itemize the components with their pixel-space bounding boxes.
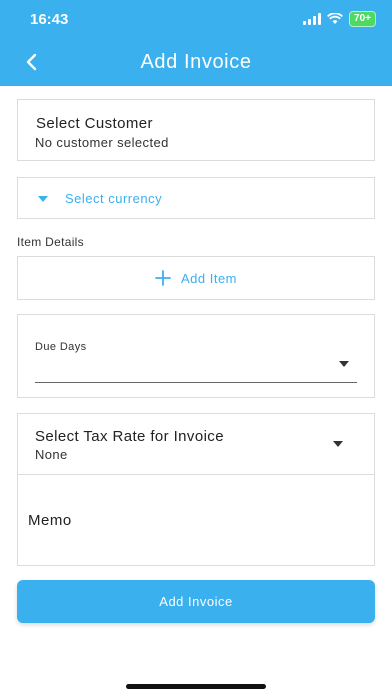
add-invoice-button[interactable]: Add Invoice <box>17 580 375 623</box>
select-customer-label: Select Customer <box>36 115 153 132</box>
wifi-icon <box>327 13 344 24</box>
currency-select-label: Select currency <box>65 191 163 206</box>
currency-select[interactable]: Select currency <box>17 177 375 219</box>
tax-rate-select[interactable]: Select Tax Rate for Invoice None <box>17 413 375 475</box>
add-item-label: Add Item <box>180 270 238 286</box>
add-item-button[interactable]: Add Item <box>17 256 375 300</box>
item-details-heading: Item Details <box>17 235 84 249</box>
caret-down-icon <box>38 196 48 202</box>
due-days-select[interactable]: Due Days <box>17 314 375 398</box>
tax-rate-value: None <box>35 447 68 462</box>
plus-icon <box>155 270 171 286</box>
battery-indicator: 70+ <box>349 11 376 27</box>
tax-rate-label: Select Tax Rate for Invoice <box>35 428 224 445</box>
due-days-underline <box>35 382 357 383</box>
status-time: 16:43 <box>30 11 69 28</box>
app-header: 16:43 70+ Add Invoice <box>0 0 392 86</box>
cellular-signal-icon <box>303 13 322 25</box>
status-icons: 70+ <box>303 11 376 27</box>
memo-field[interactable]: Memo <box>17 475 375 566</box>
home-indicator <box>126 684 266 689</box>
selected-customer-value: No customer selected <box>35 135 169 150</box>
caret-down-icon <box>339 361 349 367</box>
select-customer-card[interactable]: Select Customer No customer selected <box>17 99 375 161</box>
due-days-label: Due Days <box>35 341 87 353</box>
page-title: Add Invoice <box>140 51 252 73</box>
caret-down-icon <box>333 441 343 447</box>
memo-label: Memo <box>28 512 72 529</box>
